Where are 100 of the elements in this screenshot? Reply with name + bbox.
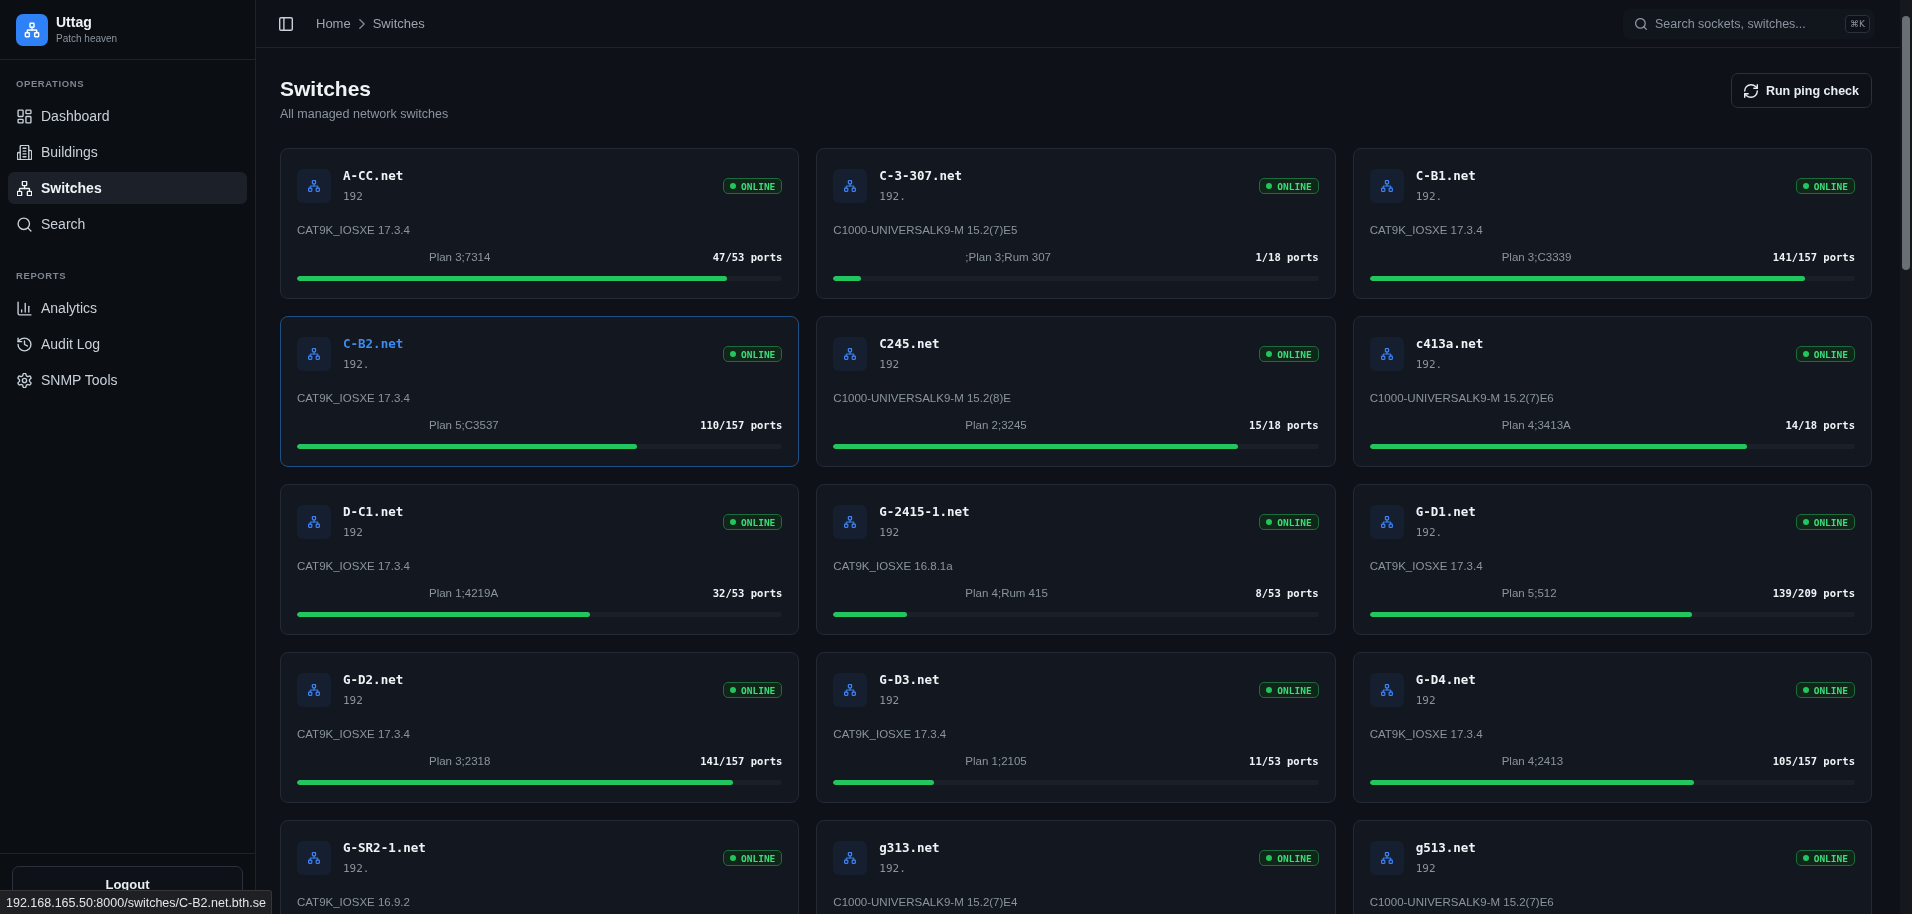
- model-text: CAT9K_IOSXE 17.3.4: [297, 727, 410, 742]
- page-subtitle: All managed network switches: [280, 106, 449, 123]
- brand-tagline: Patch heaven: [56, 33, 118, 45]
- ip-address: 192: [879, 358, 900, 372]
- switch-card[interactable]: A-CC.net 192 ONLINE CAT9K_IOSXE 17.3.4 Plan 3;7314 47/53 ports: [280, 148, 800, 299]
- switch-name[interactable]: C-B2.net: [343, 336, 404, 352]
- network-icon: [1369, 673, 1404, 707]
- location-text: Plan 3;2318: [429, 755, 491, 767]
- port-count: 47/53 ports: [712, 251, 783, 263]
- status-label: ONLINE: [1277, 348, 1312, 360]
- location-text: Plan 1;2105: [965, 755, 1027, 767]
- network-icon: [297, 673, 331, 707]
- status-label: ONLINE: [741, 180, 776, 192]
- ip-address: 192: [879, 694, 900, 708]
- status-label: ONLINE: [1813, 180, 1848, 192]
- port-count: 15/18 ports: [1249, 419, 1319, 431]
- location-text: Plan 4;3413A: [1501, 419, 1571, 431]
- nav-item[interactable]: Switches: [8, 172, 247, 204]
- section-label: REPORTS: [15, 269, 68, 283]
- nav-item[interactable]: Search: [8, 208, 247, 240]
- switch-name[interactable]: D-C1.net: [343, 504, 404, 520]
- switch-card[interactable]: C245.net 192 ONLINE C1000-UNIVERSALK9-M 15.2(8)E Plan 2;3245 15/18 ports: [816, 316, 1336, 467]
- network-icon: [1369, 169, 1404, 203]
- history-icon: [17, 336, 32, 352]
- switch-card[interactable]: C-B2.net 192. ONLINE CAT9K_IOSXE 17.3.4 Plan 5;C3537 110/157 ports: [280, 316, 800, 467]
- port-count: 141/157 ports: [1772, 251, 1855, 263]
- switch-name[interactable]: G-D2.net: [343, 672, 404, 688]
- search-icon: [17, 216, 32, 232]
- scrollbar-thumb[interactable]: [1902, 16, 1910, 270]
- network-icon: [17, 180, 32, 196]
- status-dot-icon: [1266, 855, 1273, 861]
- switch-card[interactable]: G-D1.net 192. ONLINE CAT9K_IOSXE 17.3.4 Plan 5;512 139/209 ports: [1352, 484, 1872, 635]
- network-icon: [297, 169, 331, 203]
- nav-item[interactable]: Audit Log: [8, 328, 247, 360]
- sidebar-icon[interactable]: [279, 16, 293, 31]
- network-icon: [833, 169, 868, 203]
- model-text: CAT9K_IOSXE 17.3.4: [1369, 727, 1483, 742]
- switch-card[interactable]: G-D4.net 192 ONLINE CAT9K_IOSXE 17.3.4 Plan 4;2413 105/157 ports: [1352, 652, 1872, 803]
- status-dot-icon: [730, 855, 736, 861]
- switch-name[interactable]: c413a.net: [1415, 336, 1484, 352]
- switch-card[interactable]: G-SR2-1.net 192. ONLINE CAT9K_IOSXE 16.9.2: [280, 820, 800, 914]
- switch-name[interactable]: C245.net: [879, 336, 940, 352]
- port-count: 1/18 ports: [1255, 251, 1319, 263]
- switch-card[interactable]: G-D3.net 192 ONLINE CAT9K_IOSXE 17.3.4 Plan 1;2105 11/53 ports: [816, 652, 1336, 803]
- bar-chart-icon: [17, 300, 32, 316]
- status-dot-icon: [730, 183, 736, 189]
- status-label: ONLINE: [1277, 852, 1312, 864]
- model-text: CAT9K_IOSXE 17.3.4: [297, 391, 410, 406]
- ip-address: 192.: [1415, 190, 1443, 204]
- model-text: C1000-UNIVERSALK9-M 15.2(7)E4: [833, 895, 1018, 910]
- chevron-right-icon: [358, 18, 365, 29]
- network-icon: [297, 505, 331, 539]
- switch-name[interactable]: A-CC.net: [343, 168, 404, 184]
- port-count: 105/157 ports: [1772, 755, 1855, 767]
- status-label: ONLINE: [741, 684, 776, 696]
- port-count: 141/157 ports: [700, 755, 783, 767]
- ip-address: 192.: [343, 358, 370, 372]
- ip-address: 192: [1415, 862, 1436, 876]
- switch-name[interactable]: G-D1.net: [1415, 504, 1476, 520]
- settings-icon: [17, 372, 32, 388]
- switch-name[interactable]: g513.net: [1415, 840, 1476, 856]
- breadcrumb-link[interactable]: Home: [316, 16, 351, 31]
- switch-name[interactable]: G-D3.net: [879, 672, 940, 688]
- switch-name[interactable]: C-3-307.net: [879, 168, 963, 184]
- ip-address: 192: [1415, 694, 1436, 708]
- nav-item[interactable]: Buildings: [8, 136, 247, 168]
- nav-item[interactable]: SNMP Tools: [8, 364, 247, 396]
- port-count: 8/53 ports: [1255, 587, 1319, 599]
- location-text: Plan 3;7314: [429, 251, 491, 263]
- switch-card[interactable]: g313.net 192. ONLINE C1000-UNIVERSALK9-M 15.2(7)E4: [816, 820, 1336, 914]
- switch-name[interactable]: G-D4.net: [1415, 672, 1476, 688]
- ip-address: 192: [879, 526, 900, 540]
- status-label: ONLINE: [1813, 684, 1848, 696]
- network-icon: [297, 841, 331, 875]
- switch-name[interactable]: G-SR2-1.net: [343, 840, 426, 856]
- network-icon: [833, 841, 868, 875]
- switch-card[interactable]: g513.net 192 ONLINE C1000-UNIVERSALK9-M 15.2(7)E6: [1352, 820, 1872, 914]
- switch-card[interactable]: c413a.net 192. ONLINE C1000-UNIVERSALK9-M 15.2(7)E6 Plan 4;3413A 14/18 ports: [1352, 316, 1872, 467]
- port-count: 110/157 ports: [700, 419, 783, 431]
- network-icon: [1369, 841, 1404, 875]
- status-dot-icon: [1266, 687, 1273, 693]
- status-dot-icon: [1802, 855, 1809, 861]
- status-label: ONLINE: [741, 348, 776, 360]
- status-dot-icon: [1802, 519, 1809, 525]
- switch-card[interactable]: C-B1.net 192. ONLINE CAT9K_IOSXE 17.3.4 Plan 3;C3339 141/157 ports: [1352, 148, 1872, 299]
- switch-card[interactable]: G-2415-1.net 192 ONLINE CAT9K_IOSXE 16.8.1a Plan 4;Rum 415 8/53 ports: [816, 484, 1336, 635]
- status-dot-icon: [1266, 519, 1273, 525]
- switch-name[interactable]: G-2415-1.net: [879, 504, 970, 520]
- ip-address: 192.: [879, 190, 906, 204]
- status-dot-icon: [1802, 183, 1809, 189]
- refresh-icon: [1743, 83, 1758, 98]
- network-icon: [1369, 337, 1404, 371]
- switch-card[interactable]: G-D2.net 192 ONLINE CAT9K_IOSXE 17.3.4 Plan 3;2318 141/157 ports: [280, 652, 800, 803]
- switch-name[interactable]: C-B1.net: [1415, 168, 1476, 184]
- switch-card[interactable]: D-C1.net 192 ONLINE CAT9K_IOSXE 17.3.4 Plan 1;4219A 32/53 ports: [280, 484, 800, 635]
- nav-item[interactable]: Dashboard: [8, 100, 247, 132]
- switch-card[interactable]: C-3-307.net 192. ONLINE C1000-UNIVERSALK9-M 15.2(7)E5 ;Plan 3;Rum 307 1/18 ports: [816, 148, 1336, 299]
- switch-name[interactable]: g313.net: [879, 840, 940, 856]
- ping-check-button[interactable]: Run ping check: [1730, 73, 1872, 108]
- nav-item[interactable]: Analytics: [8, 292, 247, 324]
